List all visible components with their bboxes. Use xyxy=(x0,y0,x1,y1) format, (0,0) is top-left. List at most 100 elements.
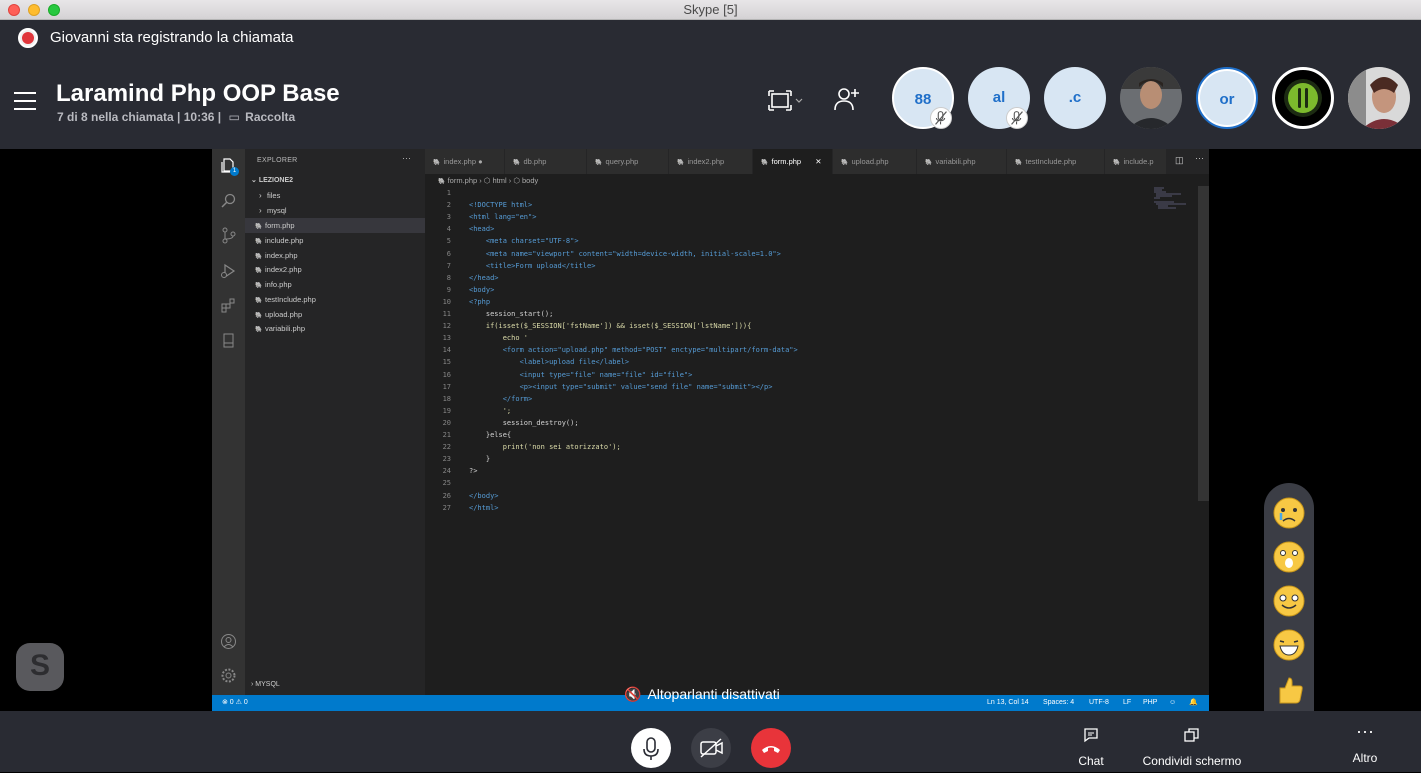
line-number: 20 xyxy=(442,418,451,427)
tree-file-upload[interactable]: 🐘 upload.php xyxy=(245,307,425,322)
notifications-bell-icon[interactable]: 🔔 xyxy=(1189,695,1198,711)
settings-gear-icon[interactable] xyxy=(220,667,237,684)
participant-avatar-photo[interactable] xyxy=(1348,67,1410,129)
participant-avatar-photo[interactable] xyxy=(1120,67,1182,129)
tree-file-testinclude[interactable]: 🐘 testInclude.php xyxy=(245,292,425,307)
line-number: 7 xyxy=(446,261,451,270)
crying-emoji-icon[interactable] xyxy=(1272,496,1306,530)
line-number: 13 xyxy=(442,334,451,343)
run-debug-icon[interactable] xyxy=(220,262,237,279)
gallery-icon[interactable]: ▭ xyxy=(228,110,239,124)
close-tab-icon[interactable]: ✕ xyxy=(815,157,821,166)
tree-file-index2[interactable]: 🐘 index2.php xyxy=(245,262,425,277)
call-subtitle: 7 di 8 nella chiamata | 10:36 | ▭ Raccol… xyxy=(57,110,295,124)
line-number: 15 xyxy=(442,358,451,367)
encoding[interactable]: UTF-8 xyxy=(1089,695,1109,711)
smile-emoji-icon[interactable] xyxy=(1272,584,1306,618)
line-number: 3 xyxy=(446,213,451,222)
thumbs-up-icon[interactable] xyxy=(1272,672,1306,706)
chat-button[interactable]: Chat xyxy=(1070,726,1112,768)
line-number: 26 xyxy=(442,491,451,500)
chevron-right-icon: › xyxy=(259,191,262,200)
indentation[interactable]: Spaces: 4 xyxy=(1043,695,1074,711)
code-line: ?> xyxy=(469,467,478,476)
line-number: 18 xyxy=(442,394,451,403)
code-line: </form> xyxy=(469,394,533,403)
breadcrumb-body[interactable]: body xyxy=(522,176,538,185)
code-line: </html> xyxy=(469,503,499,512)
source-control-icon[interactable] xyxy=(220,227,237,244)
line-number: 5 xyxy=(446,237,451,246)
editor-more-icon[interactable]: ··· xyxy=(1195,153,1204,163)
minimap[interactable] xyxy=(1152,186,1197,216)
tab-index2[interactable]: 🐘 index2.php xyxy=(669,149,753,174)
tab-include[interactable]: 🐘 include.p xyxy=(1105,149,1167,174)
code-line: <body> xyxy=(469,285,495,294)
speaker-muted-icon: 🔇 xyxy=(624,686,642,702)
tree-file-info[interactable]: 🐘 info.php xyxy=(245,277,425,292)
code-line: } xyxy=(469,455,491,464)
project-folder[interactable]: ⌄ LEZIONE2 xyxy=(251,176,293,184)
tab-db[interactable]: 🐘 db.php xyxy=(505,149,587,174)
php-file-icon: 🐘 xyxy=(255,327,263,333)
line-ending[interactable]: LF xyxy=(1123,695,1131,711)
fullscreen-icon[interactable] xyxy=(768,90,804,112)
php-file-icon: 🐘 xyxy=(1015,160,1023,166)
microphone-button[interactable] xyxy=(631,728,671,768)
php-file-icon: 🐘 xyxy=(677,160,685,166)
share-screen-button[interactable]: Condividi schermo xyxy=(1138,726,1246,768)
tree-file-variabili[interactable]: 🐘 variabili.php xyxy=(245,321,425,336)
code-editor[interactable]: 1 2 <!DOCTYPE html> 3 <html lang="en"> 4 <head… xyxy=(425,187,1165,687)
breadcrumb-html[interactable]: html xyxy=(493,176,507,185)
tree-folder-files[interactable]: › files xyxy=(245,188,425,203)
mysql-panel-header[interactable]: › MYSQL xyxy=(251,681,280,688)
microphone-icon xyxy=(643,737,659,760)
tab-upload[interactable]: 🐘 upload.php xyxy=(833,149,917,174)
ellipsis-icon: ··· xyxy=(1356,721,1374,741)
code-line: <title>Form upload</title> xyxy=(469,261,596,270)
feedback-icon[interactable]: ☺ xyxy=(1169,695,1176,711)
tab-index[interactable]: 🐘 index.php ● xyxy=(425,149,505,174)
end-call-button[interactable] xyxy=(751,728,791,768)
editor-scrollbar[interactable] xyxy=(1198,186,1209,501)
tab-variabili[interactable]: 🐘 variabili.php xyxy=(917,149,1007,174)
gallery-link[interactable]: Raccolta xyxy=(245,110,295,124)
php-file-icon: 🐘 xyxy=(595,160,603,166)
split-editor-icon[interactable]: ◫ xyxy=(1175,155,1184,166)
participant-avatar-or[interactable]: or xyxy=(1196,67,1258,129)
line-number: 16 xyxy=(442,370,451,379)
more-button[interactable]: ··· Altro xyxy=(1344,722,1386,765)
tab-query[interactable]: 🐘 query.php xyxy=(587,149,669,174)
problems-count[interactable]: ⊗ 0 ⚠ 0 xyxy=(222,695,248,711)
tab-testinclude[interactable]: 🐘 testInclude.php xyxy=(1007,149,1105,174)
participant-avatar-logo[interactable] xyxy=(1272,67,1334,129)
participant-avatar-c[interactable]: .c xyxy=(1044,67,1106,129)
line-number: 6 xyxy=(446,249,451,258)
line-number: 1 xyxy=(446,189,451,197)
explorer-title: EXPLORER xyxy=(257,157,298,164)
camera-button[interactable] xyxy=(691,728,731,768)
database-icon[interactable] xyxy=(220,332,237,349)
tree-file-index[interactable]: 🐘 index.php xyxy=(245,248,425,263)
tree-file-form[interactable]: 🐘 form.php xyxy=(245,218,425,233)
language-mode[interactable]: PHP xyxy=(1143,695,1157,711)
unsaved-dot-icon: ● xyxy=(478,157,483,166)
line-number: 14 xyxy=(442,346,451,355)
breadcrumb-file[interactable]: form.php xyxy=(448,176,478,185)
surprised-emoji-icon[interactable] xyxy=(1272,540,1306,574)
more-actions-icon[interactable]: ··· xyxy=(402,153,411,163)
extensions-icon[interactable] xyxy=(220,297,237,314)
search-icon[interactable] xyxy=(220,192,237,209)
call-controls-bar: Chat Condividi schermo ··· Altro xyxy=(0,711,1421,772)
mic-muted-icon xyxy=(930,107,952,129)
hamburger-menu-icon[interactable] xyxy=(14,92,36,110)
account-icon[interactable] xyxy=(220,633,237,650)
tree-file-include[interactable]: 🐘 include.php xyxy=(245,233,425,248)
line-number: 27 xyxy=(442,503,451,512)
add-participant-icon[interactable] xyxy=(834,86,860,112)
cursor-position[interactable]: Ln 13, Col 14 xyxy=(987,695,1029,711)
tree-folder-mysql[interactable]: › mysql xyxy=(245,203,425,218)
laughing-emoji-icon[interactable] xyxy=(1272,628,1306,662)
code-line: <form action="upload.php" method="POST" … xyxy=(469,346,798,355)
tab-form-active[interactable]: 🐘 form.php ✕ xyxy=(753,149,833,174)
